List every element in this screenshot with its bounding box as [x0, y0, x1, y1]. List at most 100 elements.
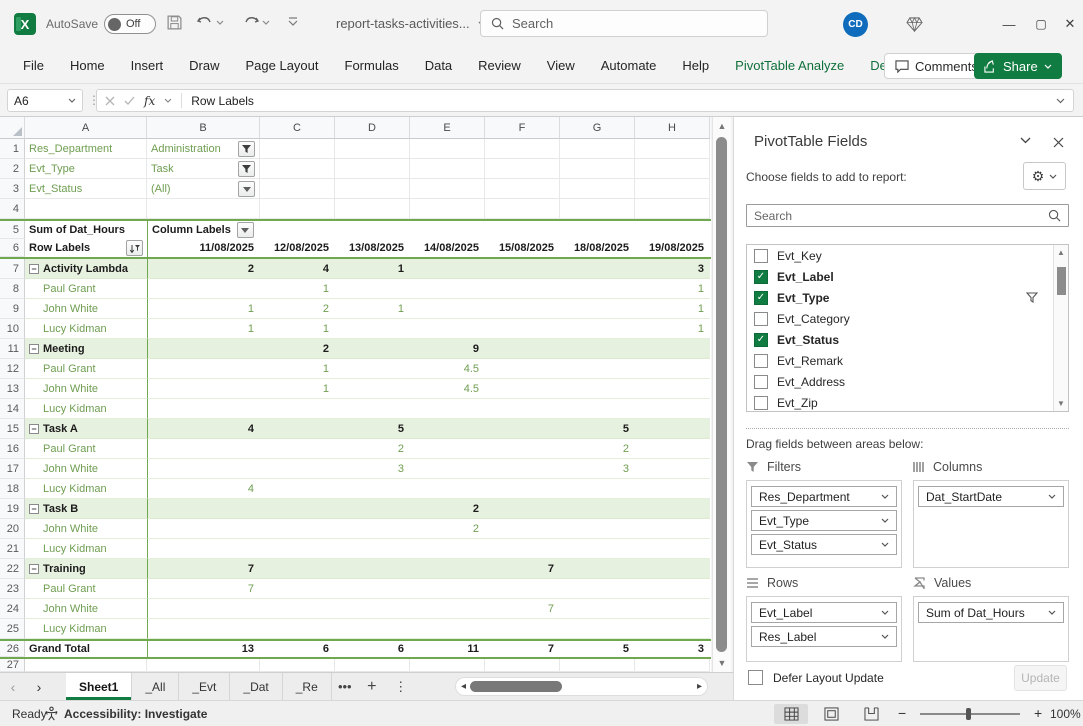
pivot-row-label[interactable]: John White [25, 299, 147, 319]
column-header-G[interactable]: G [560, 117, 635, 139]
row-header-1[interactable]: 1 [0, 139, 25, 159]
pivot-value-cell[interactable] [560, 579, 635, 599]
scroll-up-icon[interactable]: ▲ [713, 121, 731, 131]
pivot-value-cell[interactable] [485, 339, 560, 359]
pivot-value-cell[interactable]: 1 [260, 319, 335, 339]
pivot-date-header[interactable]: 19/08/2025 [635, 239, 710, 257]
pivot-value-cell[interactable] [147, 539, 260, 559]
area-field-pill[interactable]: Evt_Label [751, 602, 897, 623]
pane-separator[interactable] [746, 428, 1069, 429]
pivot-value-cell[interactable] [635, 379, 710, 399]
horizontal-scrollbar[interactable]: ◂ ▸ [455, 677, 708, 696]
empty-cell[interactable] [260, 159, 335, 179]
row-header-26[interactable]: 26 [0, 641, 25, 657]
row-header-17[interactable]: 17 [0, 459, 25, 479]
pivot-row-label[interactable]: Paul Grant [25, 439, 147, 459]
pivot-value-cell[interactable] [147, 519, 260, 539]
pivot-value-cell[interactable] [485, 419, 560, 439]
pivot-value-cell[interactable] [485, 539, 560, 559]
pivot-value-cell[interactable] [560, 619, 635, 639]
pivot-value-cell[interactable] [260, 459, 335, 479]
field-checkbox[interactable]: ✓ [754, 270, 768, 284]
new-sheet-button[interactable]: + [358, 673, 386, 700]
empty-cell[interactable] [560, 159, 635, 179]
pivot-value-cell[interactable] [485, 439, 560, 459]
row-header-13[interactable]: 13 [0, 379, 25, 399]
pivot-value-cell[interactable]: 9 [410, 339, 485, 359]
empty-cell[interactable] [560, 139, 635, 159]
pivot-value-cell[interactable] [335, 279, 410, 299]
pivot-value-cell[interactable] [147, 599, 260, 619]
row-header-21[interactable]: 21 [0, 539, 25, 559]
ribbon-tab-review[interactable]: Review [465, 48, 534, 83]
empty-cell[interactable] [635, 179, 710, 199]
pivot-value-cell[interactable] [485, 319, 560, 339]
undo-button[interactable] [196, 14, 224, 30]
pivot-value-cell[interactable] [635, 559, 710, 579]
pivot-value-cell[interactable]: 5 [335, 419, 410, 439]
tools-gear-button[interactable]: ⚙ [1023, 162, 1066, 190]
empty-cell[interactable] [260, 659, 335, 672]
pivot-value-cell[interactable] [260, 499, 335, 519]
pivot-cell[interactable] [260, 221, 335, 239]
sheet-options-kebab-icon[interactable]: ⋮ [386, 673, 416, 700]
field-item-evt_zip[interactable]: Evt_Zip [747, 392, 1053, 411]
pivot-value-cell[interactable]: 6 [335, 641, 410, 657]
scroll-left-icon[interactable]: ◂ [461, 681, 466, 692]
defer-layout-row[interactable]: Defer Layout Update [748, 670, 884, 685]
excel-app-icon[interactable]: X [14, 13, 36, 35]
column-header-F[interactable]: F [485, 117, 560, 139]
search-input[interactable]: Search [480, 10, 768, 37]
row-header-24[interactable]: 24 [0, 599, 25, 619]
accessibility-status[interactable]: Accessibility: Investigate [64, 707, 207, 721]
empty-cell[interactable] [25, 659, 147, 672]
autosave-toggle[interactable]: Off [104, 14, 156, 34]
pivot-value-cell[interactable] [560, 259, 635, 279]
pivot-value-cell[interactable] [635, 519, 710, 539]
field-item-evt_label[interactable]: ✓Evt_Label [747, 266, 1053, 287]
field-item-evt_status[interactable]: ✓Evt_Status [747, 329, 1053, 350]
previous-sheet-icon[interactable]: ‹ [0, 673, 26, 700]
pivot-value-cell[interactable] [485, 619, 560, 639]
column-header-C[interactable]: C [260, 117, 335, 139]
document-title[interactable]: report-tasks-activities... [336, 16, 487, 31]
empty-cell[interactable] [485, 659, 560, 672]
pivot-row-label[interactable]: Paul Grant [25, 359, 147, 379]
pivot-value-cell[interactable]: 3 [635, 259, 710, 279]
pivot-value-cell[interactable]: 4.5 [410, 359, 485, 379]
area-field-pill[interactable]: Evt_Status [751, 534, 897, 555]
pivot-row-label[interactable]: John White [25, 519, 147, 539]
field-checkbox[interactable]: ✓ [754, 291, 768, 305]
pivot-value-cell[interactable] [635, 339, 710, 359]
column-header-A[interactable]: A [25, 117, 147, 139]
pivot-date-header[interactable]: 13/08/2025 [335, 239, 410, 257]
area-columns-well[interactable]: Dat_StartDate [913, 480, 1069, 568]
area-field-pill[interactable]: Dat_StartDate [918, 486, 1064, 507]
zoom-out-button[interactable]: − [898, 705, 906, 721]
pivot-value-cell[interactable] [147, 359, 260, 379]
pivot-value-cell[interactable]: 2 [410, 519, 485, 539]
empty-cell[interactable] [410, 659, 485, 672]
pivot-value-cell[interactable] [260, 619, 335, 639]
pivot-value-cell[interactable]: 5 [560, 419, 635, 439]
empty-cell[interactable] [635, 659, 710, 672]
pivot-value-cell[interactable]: 11 [410, 641, 485, 657]
pivot-value-cell[interactable] [560, 559, 635, 579]
pivot-value-cell[interactable] [560, 319, 635, 339]
normal-view-icon[interactable] [774, 704, 808, 724]
pivot-value-cell[interactable] [260, 399, 335, 419]
pivot-value-cell[interactable]: 1 [260, 359, 335, 379]
pivot-date-header[interactable]: 11/08/2025 [147, 239, 260, 257]
pivot-value-cell[interactable] [335, 559, 410, 579]
ribbon-tab-page-layout[interactable]: Page Layout [233, 48, 332, 83]
field-item-evt_type[interactable]: ✓Evt_Type [747, 287, 1053, 308]
row-header-3[interactable]: 3 [0, 179, 25, 199]
pivot-value-cell[interactable] [410, 259, 485, 279]
field-checkbox[interactable]: ✓ [754, 333, 768, 347]
column-header-D[interactable]: D [335, 117, 410, 139]
pane-options-chevron-icon[interactable] [1020, 137, 1031, 144]
vertical-scroll-thumb[interactable] [716, 137, 727, 652]
pivot-value-cell[interactable]: 7 [485, 559, 560, 579]
empty-cell[interactable] [410, 139, 485, 159]
spreadsheet-grid[interactable]: ABCDEFGH 1Res_DepartmentAdministration2E… [0, 117, 711, 672]
